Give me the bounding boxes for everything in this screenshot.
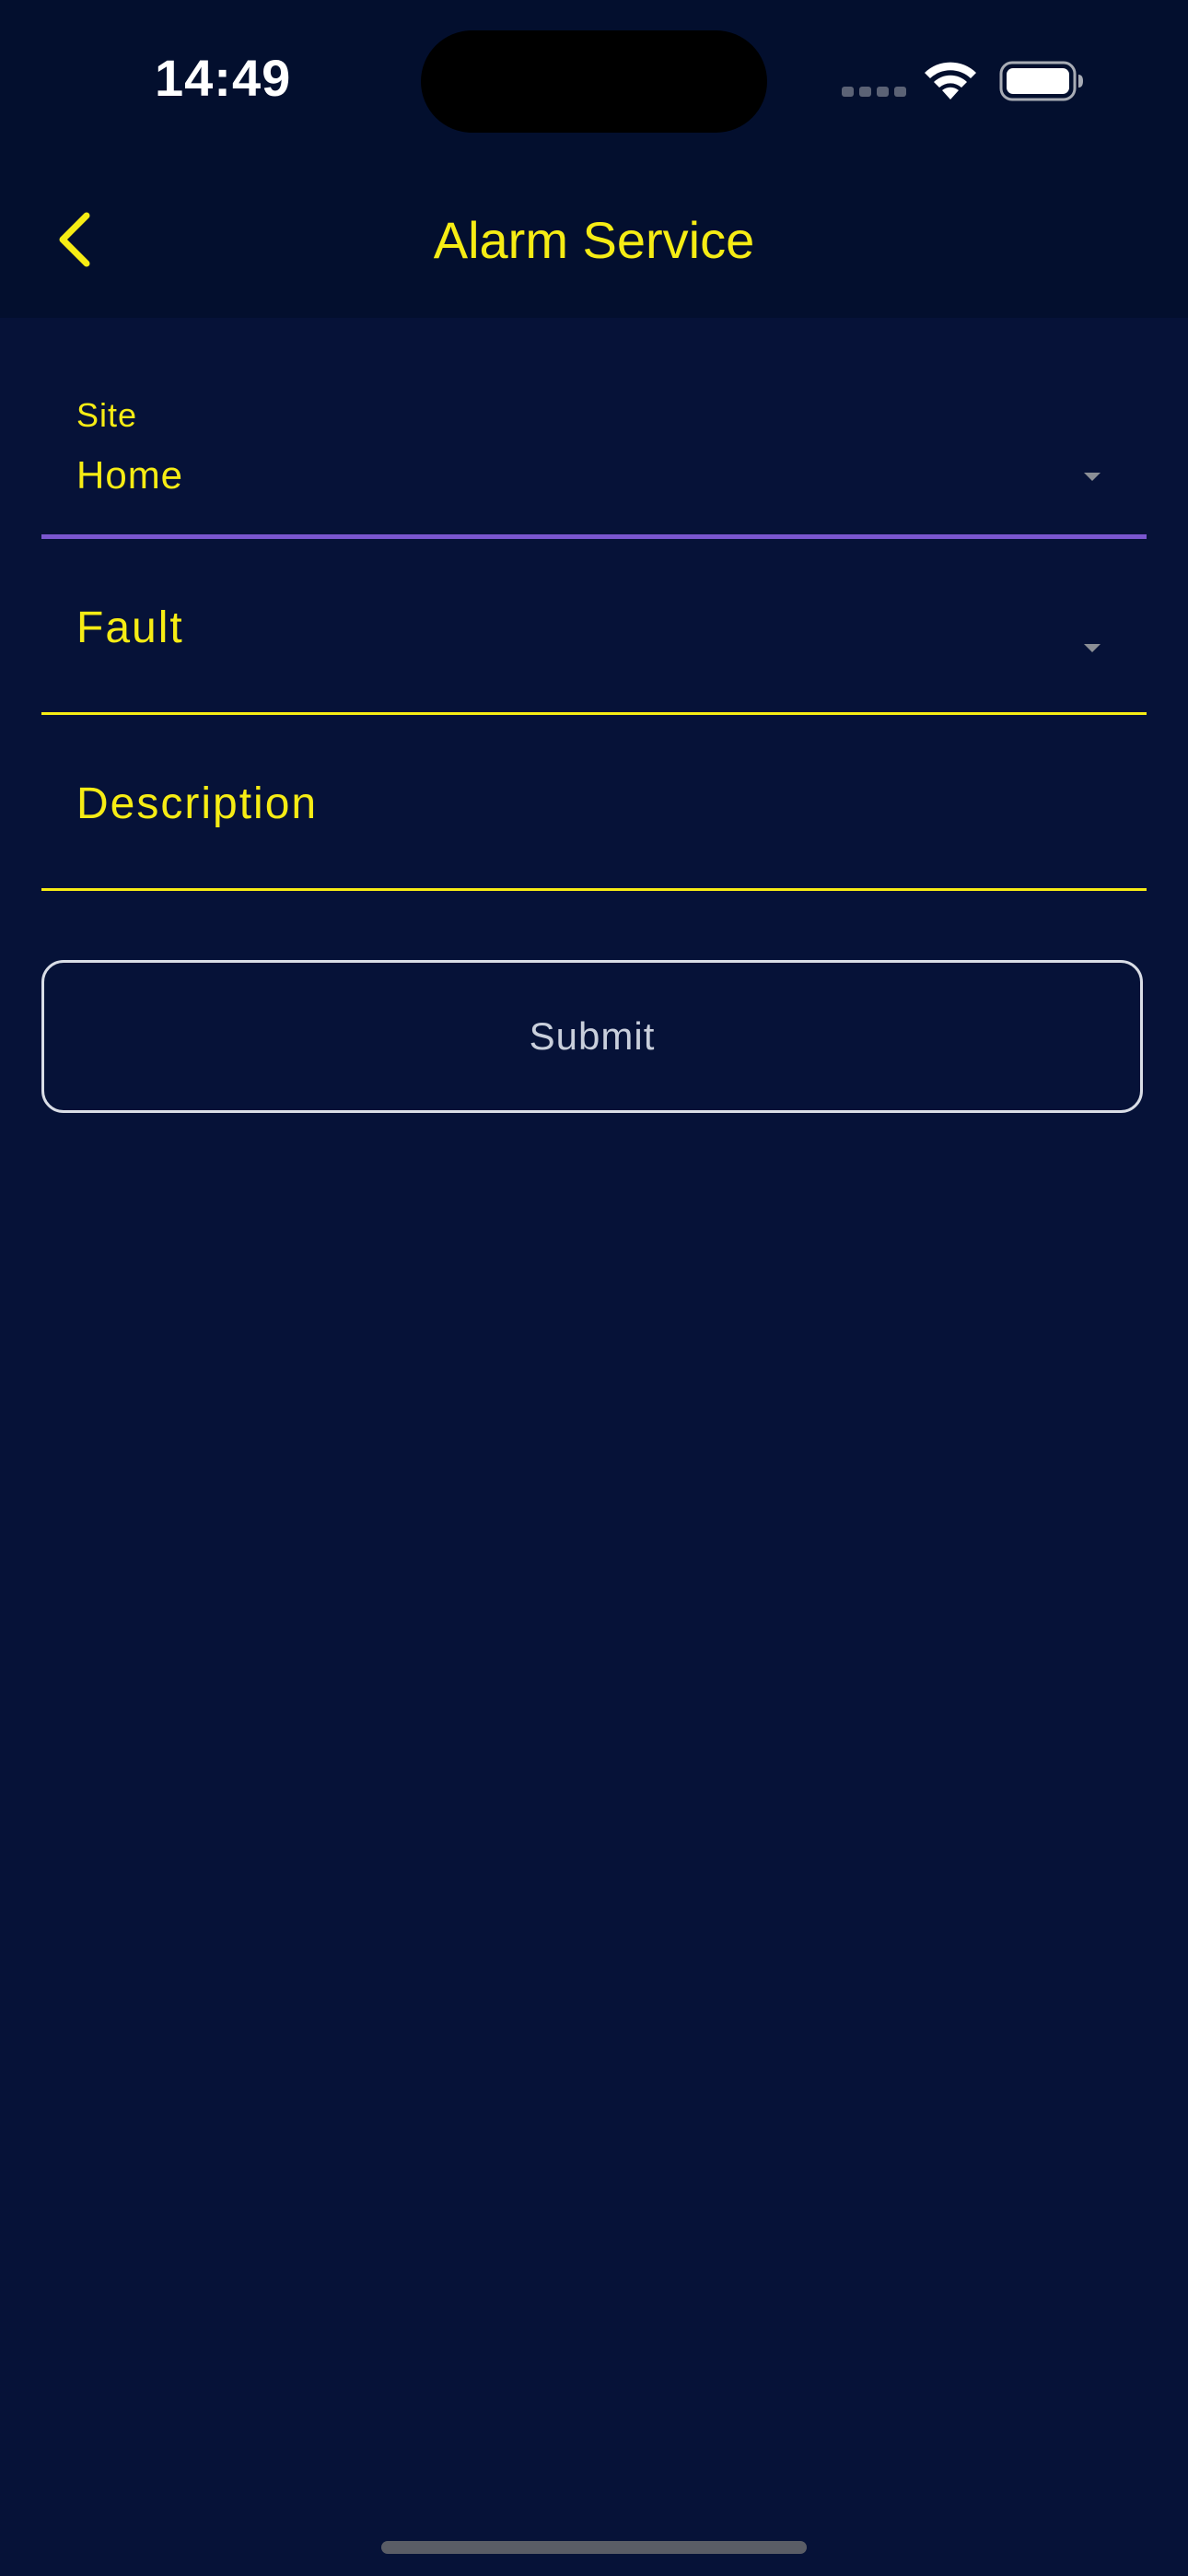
dropdown-arrow-icon <box>1084 644 1101 652</box>
description-input[interactable]: Description <box>41 716 1147 891</box>
dynamic-island <box>421 30 767 133</box>
site-label: Site <box>76 396 138 434</box>
wifi-icon <box>925 62 976 100</box>
page-title: Alarm Service <box>433 211 755 269</box>
submit-button-label: Submit <box>529 1014 656 1058</box>
home-indicator[interactable] <box>381 2541 807 2554</box>
top-bar: 14:49 Alarm Service <box>0 0 1188 318</box>
site-selected-value: Home <box>76 453 184 497</box>
dropdown-arrow-icon <box>1084 473 1101 481</box>
fault-underline <box>41 712 1147 715</box>
description-underline <box>41 888 1147 891</box>
cellular-signal-icon <box>842 87 906 100</box>
status-time: 14:49 <box>155 49 292 107</box>
site-underline <box>41 534 1147 539</box>
site-dropdown[interactable]: Site Home <box>41 369 1147 539</box>
description-label: Description <box>76 779 319 828</box>
submit-button[interactable]: Submit <box>41 960 1143 1113</box>
fault-label: Fault <box>76 603 184 652</box>
battery-icon <box>999 61 1083 101</box>
alarm-service-screen: 14:49 Alarm Service Site Home Fault Desc… <box>0 0 1188 2576</box>
fault-dropdown[interactable]: Fault <box>41 540 1147 715</box>
